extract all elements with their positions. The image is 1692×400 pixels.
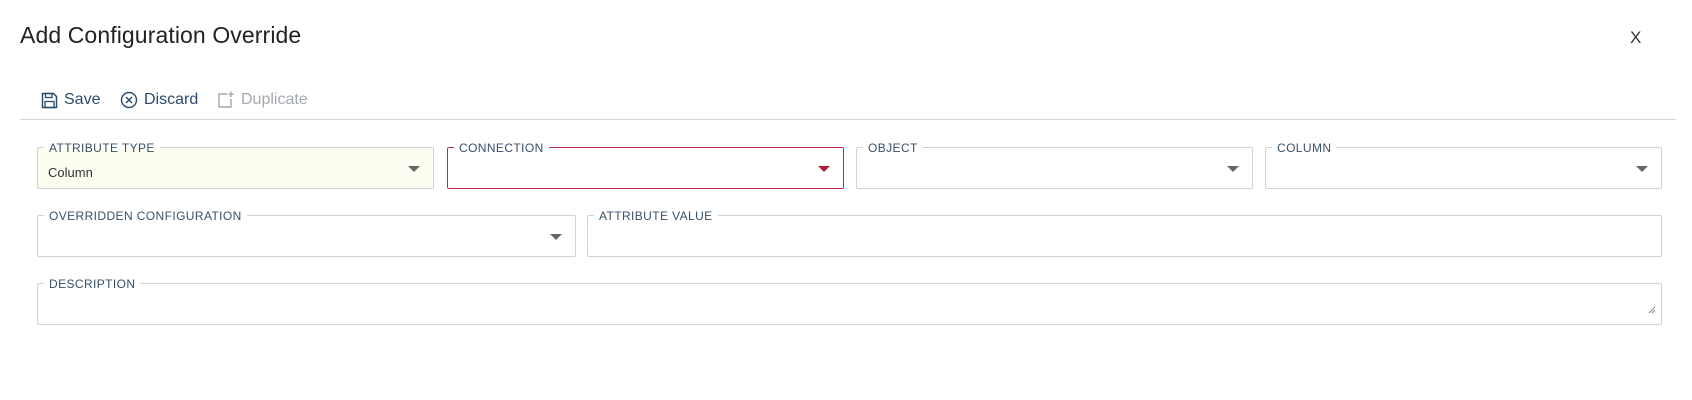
attribute-type-label: ATTRIBUTE TYPE — [44, 141, 160, 155]
object-label: OBJECT — [863, 141, 923, 155]
caret-down-icon — [818, 166, 830, 172]
save-button[interactable]: Save — [41, 87, 100, 113]
description-label: DESCRIPTION — [44, 277, 141, 291]
description-textarea[interactable]: DESCRIPTION — [37, 277, 1662, 325]
connection-label: CONNECTION — [454, 141, 549, 155]
caret-down-icon — [550, 234, 562, 240]
caret-down-icon — [1636, 166, 1648, 172]
caret-down-icon — [408, 166, 420, 172]
duplicate-icon — [217, 91, 235, 109]
dialog-title: Add Configuration Override — [20, 22, 302, 48]
toolbar: Save Discard Duplicate — [20, 87, 1676, 120]
close-button[interactable]: X — [1630, 28, 1641, 48]
discard-button[interactable]: Discard — [120, 87, 198, 113]
attribute-value-input[interactable]: ATTRIBUTE VALUE — [587, 209, 1662, 257]
resize-handle-icon[interactable] — [1648, 301, 1656, 319]
save-label: Save — [64, 91, 101, 108]
column-label: COLUMN — [1272, 141, 1337, 155]
duplicate-button[interactable]: Duplicate — [217, 87, 308, 113]
attribute-type-value: Column — [48, 165, 93, 180]
attribute-value-label: ATTRIBUTE VALUE — [594, 209, 718, 223]
floppy-disk-icon — [41, 92, 58, 109]
attribute-type-select[interactable]: ATTRIBUTE TYPE Column — [37, 141, 434, 189]
overridden-configuration-label: OVERRIDDEN CONFIGURATION — [44, 209, 247, 223]
discard-label: Discard — [144, 91, 199, 108]
caret-down-icon — [1227, 166, 1239, 172]
overridden-configuration-select[interactable]: OVERRIDDEN CONFIGURATION — [37, 209, 576, 257]
connection-select[interactable]: CONNECTION — [447, 141, 844, 189]
object-select[interactable]: OBJECT — [856, 141, 1253, 189]
column-select[interactable]: COLUMN — [1265, 141, 1662, 189]
add-configuration-override-dialog: Add Configuration Override X Save Discar… — [0, 0, 1692, 400]
duplicate-label: Duplicate — [241, 91, 308, 108]
circle-x-icon — [120, 91, 138, 109]
